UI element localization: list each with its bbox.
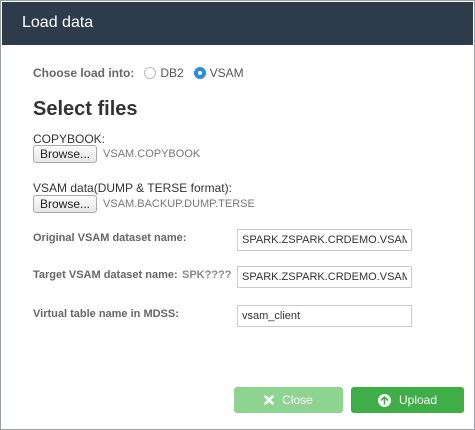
select-files-heading: Select files (33, 98, 138, 120)
radio-option-vsam[interactable]: VSAM (193, 66, 244, 80)
upload-button-label: Upload (398, 393, 438, 407)
target-dataset-input[interactable] (237, 266, 412, 288)
vsam-data-file-name: VSAM.BACKUP.DUMP.TERSE (103, 198, 255, 210)
original-dataset-input[interactable] (237, 229, 412, 251)
virtual-table-input[interactable] (237, 305, 412, 327)
close-button[interactable]: Close (234, 387, 343, 413)
close-button-label: Close (282, 393, 313, 407)
upload-icon (377, 393, 391, 407)
copybook-file-row: Browse... VSAM.COPYBOOK (33, 145, 200, 163)
vsam-data-browse-button[interactable]: Browse... (33, 195, 98, 213)
original-dataset-label: Original VSAM dataset name: (33, 232, 187, 244)
load-into-row: Choose load into: DB2 VSAM (33, 65, 254, 81)
copybook-browse-button[interactable]: Browse... (33, 145, 98, 163)
radio-option-db2[interactable]: DB2 (144, 66, 184, 80)
upload-button[interactable]: Upload (351, 387, 464, 413)
radio-vsam-label: VSAM (209, 66, 244, 80)
radio-db2-label: DB2 (160, 66, 184, 80)
copybook-file-name: VSAM.COPYBOOK (103, 148, 201, 160)
copybook-label: COPYBOOK: (33, 132, 106, 146)
dialog-title: Load data (22, 14, 94, 31)
close-icon (264, 395, 274, 405)
radio-vsam-icon[interactable] (193, 67, 206, 79)
virtual-table-label: Virtual table name in MDSS: (33, 308, 179, 320)
load-data-dialog: Load data Choose load into: DB2 VSAM Sel… (0, 0, 475, 430)
radio-db2-icon[interactable] (144, 67, 157, 79)
vsam-data-file-row: Browse... VSAM.BACKUP.DUMP.TERSE (33, 195, 255, 213)
vsam-data-label: VSAM data(DUMP & TERSE format): (33, 181, 232, 195)
load-into-label: Choose load into: (33, 66, 135, 80)
dialog-header: Load data (2, 2, 473, 45)
target-dataset-hint: SPK???? (182, 269, 232, 281)
target-dataset-label: Target VSAM dataset name: (33, 269, 178, 281)
